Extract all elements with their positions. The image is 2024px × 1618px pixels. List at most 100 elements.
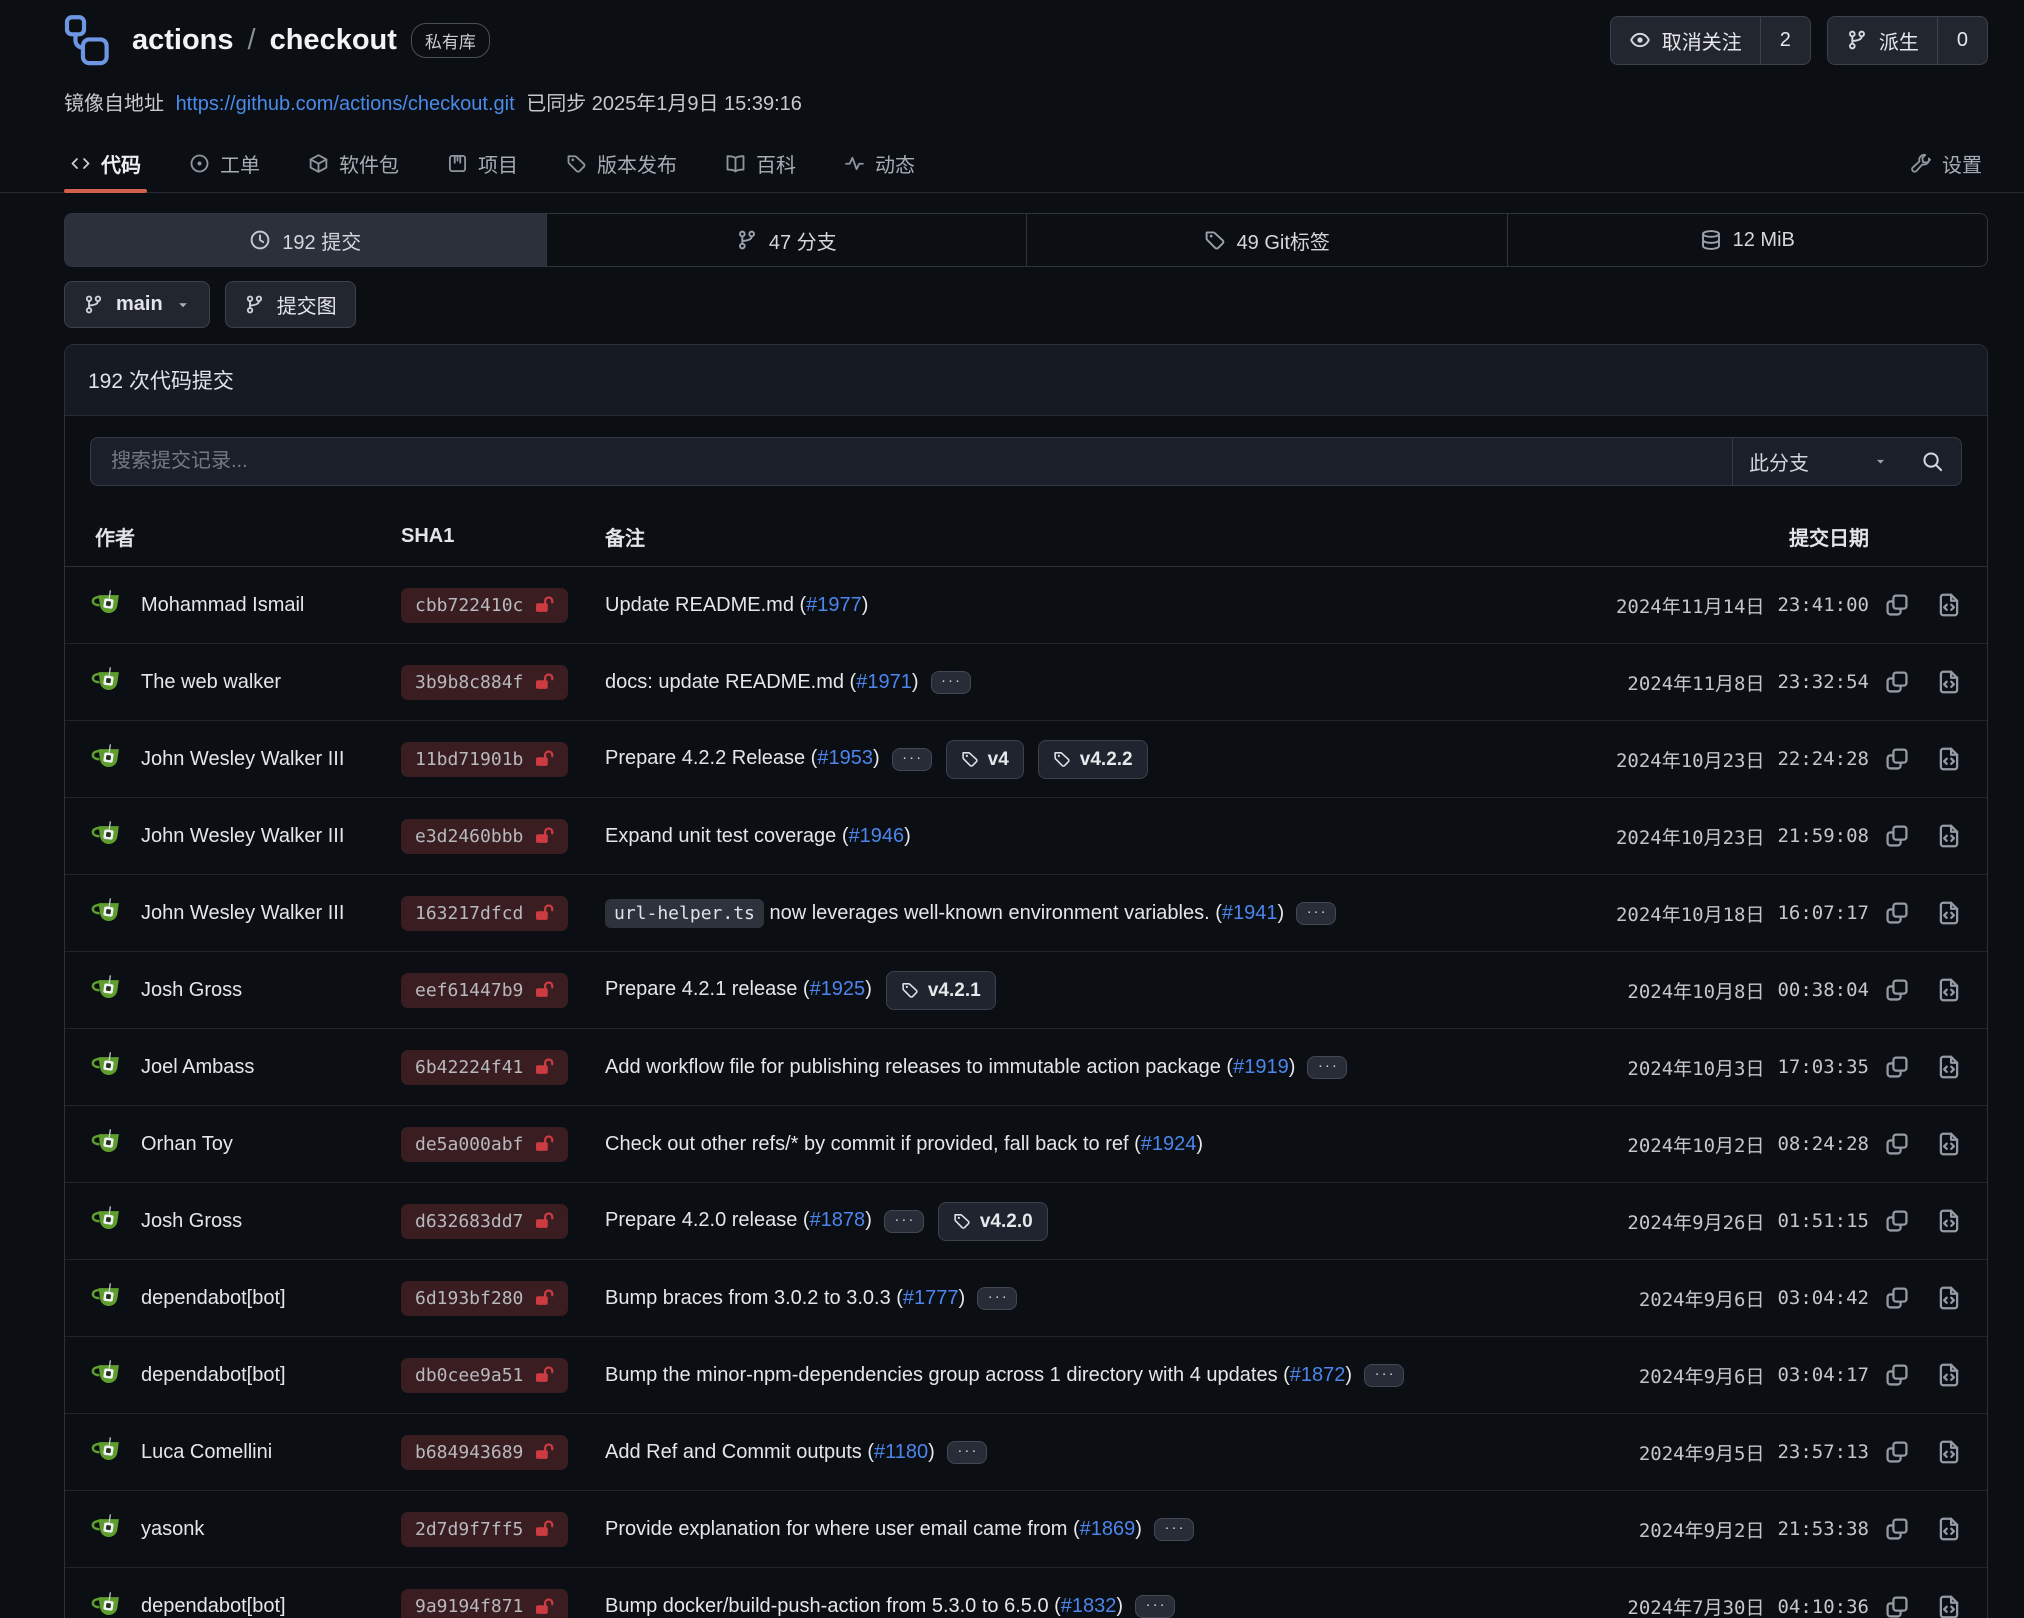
browse-source-icon[interactable]	[1936, 1516, 1962, 1542]
mirror-url-link[interactable]: https://github.com/actions/checkout.git	[176, 93, 515, 115]
copy-sha-icon[interactable]	[1884, 1208, 1910, 1234]
commit-author-name[interactable]: Josh Gross	[141, 979, 242, 1002]
repo-name-link[interactable]: checkout	[270, 24, 397, 57]
browse-source-icon[interactable]	[1936, 746, 1962, 772]
pr-link[interactable]: #1919	[1233, 1056, 1289, 1078]
pr-link[interactable]: #1777	[903, 1287, 959, 1309]
browse-source-icon[interactable]	[1936, 1208, 1962, 1234]
site-logo-icon[interactable]	[64, 14, 110, 66]
browse-source-icon[interactable]	[1936, 1054, 1962, 1080]
avatar[interactable]	[91, 1281, 125, 1315]
copy-sha-icon[interactable]	[1884, 592, 1910, 618]
commit-body-toggle-button[interactable]: ···	[1307, 1056, 1347, 1079]
tab-issue[interactable]: 工单	[183, 134, 266, 192]
stat-database[interactable]: 12 MiB	[1507, 214, 1988, 266]
commit-author-name[interactable]: Josh Gross	[141, 1210, 242, 1233]
commit-author-name[interactable]: dependabot[bot]	[141, 1364, 286, 1387]
copy-sha-icon[interactable]	[1884, 1362, 1910, 1388]
commit-sha-badge[interactable]: db0cee9a51	[401, 1358, 568, 1393]
commit-sha-badge[interactable]: e3d2460bbb	[401, 819, 568, 854]
commit-body-toggle-button[interactable]: ···	[977, 1287, 1017, 1310]
commit-author-name[interactable]: dependabot[bot]	[141, 1287, 286, 1310]
commit-author-name[interactable]: John Wesley Walker III	[141, 902, 344, 925]
pr-link[interactable]: #1977	[806, 594, 862, 616]
avatar[interactable]	[91, 1127, 125, 1161]
commit-sha-badge[interactable]: 2d7d9f7ff5	[401, 1512, 568, 1547]
avatar[interactable]	[91, 588, 125, 622]
copy-sha-icon[interactable]	[1884, 669, 1910, 695]
commit-sha-badge[interactable]: de5a000abf	[401, 1127, 568, 1162]
copy-sha-icon[interactable]	[1884, 1285, 1910, 1311]
commit-sha-badge[interactable]: 11bd71901b	[401, 742, 568, 777]
avatar[interactable]	[91, 1435, 125, 1469]
copy-sha-icon[interactable]	[1884, 900, 1910, 926]
pr-link[interactable]: #1878	[810, 1209, 866, 1231]
version-tag-button[interactable]: v4.2.1	[886, 971, 996, 1010]
commit-body-toggle-button[interactable]: ···	[892, 748, 932, 771]
pr-link[interactable]: #1946	[848, 825, 904, 847]
tab-settings[interactable]: 设置	[1905, 134, 1988, 192]
commit-graph-button[interactable]: 提交图	[225, 281, 356, 328]
commit-sha-badge[interactable]: 6d193bf280	[401, 1281, 568, 1316]
unwatch-button[interactable]: 取消关注 2	[1610, 16, 1811, 65]
tab-code[interactable]: 代码	[64, 134, 147, 192]
version-tag-button[interactable]: v4	[946, 740, 1024, 779]
commit-sha-badge[interactable]: eef61447b9	[401, 973, 568, 1008]
stat-branch[interactable]: 47 分支	[546, 214, 1027, 266]
commit-author-name[interactable]: Luca Comellini	[141, 1441, 272, 1464]
browse-source-icon[interactable]	[1936, 977, 1962, 1003]
stat-tag[interactable]: 49 Git标签	[1026, 214, 1507, 266]
tab-project[interactable]: 项目	[441, 134, 524, 192]
avatar[interactable]	[91, 742, 125, 776]
commit-body-toggle-button[interactable]: ···	[1296, 902, 1336, 925]
tab-activity[interactable]: 动态	[838, 134, 921, 192]
commit-author-name[interactable]: yasonk	[141, 1518, 204, 1541]
browse-source-icon[interactable]	[1936, 1285, 1962, 1311]
copy-sha-icon[interactable]	[1884, 746, 1910, 772]
copy-sha-icon[interactable]	[1884, 1516, 1910, 1542]
browse-source-icon[interactable]	[1936, 900, 1962, 926]
copy-sha-icon[interactable]	[1884, 823, 1910, 849]
browse-source-icon[interactable]	[1936, 669, 1962, 695]
copy-sha-icon[interactable]	[1884, 1131, 1910, 1157]
commit-author-name[interactable]: dependabot[bot]	[141, 1595, 286, 1618]
commit-body-toggle-button[interactable]: ···	[1135, 1595, 1175, 1618]
avatar[interactable]	[91, 1590, 125, 1618]
copy-sha-icon[interactable]	[1884, 977, 1910, 1003]
fork-count[interactable]: 0	[1937, 17, 1987, 64]
tab-book[interactable]: 百科	[719, 134, 802, 192]
browse-source-icon[interactable]	[1936, 823, 1962, 849]
avatar[interactable]	[91, 973, 125, 1007]
commit-body-toggle-button[interactable]: ···	[1364, 1364, 1404, 1387]
copy-sha-icon[interactable]	[1884, 1594, 1910, 1618]
pr-link[interactable]: #1924	[1141, 1133, 1197, 1155]
pr-link[interactable]: #1869	[1080, 1518, 1136, 1540]
commit-search-button[interactable]	[1904, 438, 1961, 485]
commit-author-name[interactable]: Mohammad Ismail	[141, 594, 304, 617]
avatar[interactable]	[91, 819, 125, 853]
browse-source-icon[interactable]	[1936, 1439, 1962, 1465]
version-tag-button[interactable]: v4.2.2	[1038, 740, 1148, 779]
avatar[interactable]	[91, 1050, 125, 1084]
avatar[interactable]	[91, 1204, 125, 1238]
branch-filter-dropdown[interactable]: 此分支	[1732, 438, 1904, 485]
pr-link[interactable]: #1832	[1061, 1595, 1117, 1617]
browse-source-icon[interactable]	[1936, 1131, 1962, 1157]
commit-sha-badge[interactable]: d632683dd7	[401, 1204, 568, 1239]
commit-author-name[interactable]: Orhan Toy	[141, 1133, 233, 1156]
fork-button[interactable]: 派生 0	[1827, 16, 1988, 65]
commit-body-toggle-button[interactable]: ···	[1154, 1518, 1194, 1541]
avatar[interactable]	[91, 1358, 125, 1392]
commit-sha-badge[interactable]: b684943689	[401, 1435, 568, 1470]
copy-sha-icon[interactable]	[1884, 1439, 1910, 1465]
commit-author-name[interactable]: John Wesley Walker III	[141, 748, 344, 771]
avatar[interactable]	[91, 896, 125, 930]
commit-body-toggle-button[interactable]: ···	[931, 671, 971, 694]
commit-author-name[interactable]: John Wesley Walker III	[141, 825, 344, 848]
commit-sha-badge[interactable]: 9a9194f871	[401, 1589, 568, 1618]
branch-selector[interactable]: main	[64, 281, 210, 328]
pr-link[interactable]: #1180	[874, 1441, 928, 1463]
commit-sha-badge[interactable]: cbb722410c	[401, 588, 568, 623]
tab-tag[interactable]: 版本发布	[560, 134, 683, 192]
tab-package[interactable]: 软件包	[302, 134, 405, 192]
